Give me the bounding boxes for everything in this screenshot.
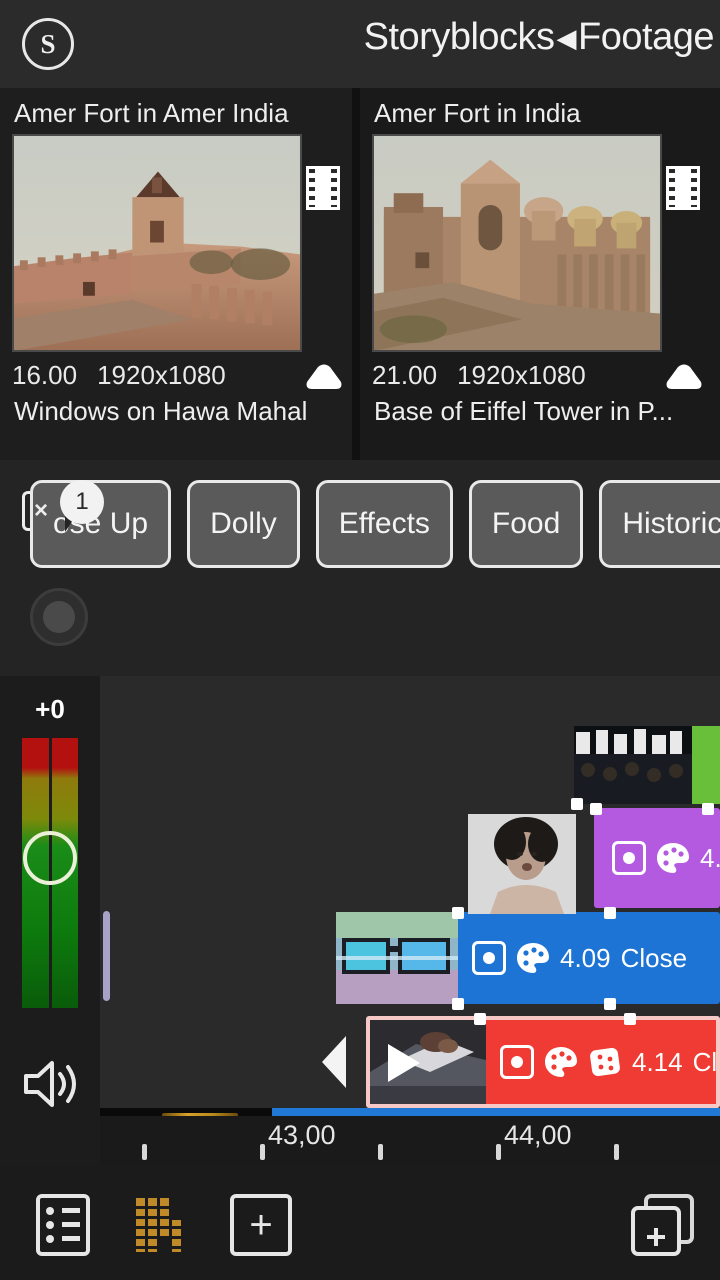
asset-resolution: 1920x1080: [457, 360, 586, 390]
clip-label-group: 4.09 Close: [472, 941, 687, 975]
back-caret-icon[interactable]: ◀: [557, 23, 577, 54]
ruler-tick: [614, 1144, 619, 1160]
audio-meter-column[interactable]: +0: [0, 676, 100, 1166]
aperture-icon: [612, 841, 646, 875]
tag-chip-food[interactable]: Food: [468, 480, 584, 568]
browser-column-divider: [352, 88, 360, 460]
clip-handle[interactable]: [474, 1013, 486, 1025]
clip-handle[interactable]: [702, 803, 714, 815]
clip-label-group: 4.14 Cl: [500, 1045, 717, 1079]
chip-label: Historical: [622, 507, 720, 540]
ruler-label: 43,00: [268, 1120, 336, 1150]
dice-icon: [588, 1046, 622, 1078]
asset-resolution: 1920x1080: [97, 360, 226, 390]
header-app-name: Storyblocks: [363, 16, 555, 58]
aperture-icon: [500, 1045, 534, 1079]
tag-clear-glyph: ×: [34, 497, 49, 524]
logo-letter: S: [40, 28, 56, 59]
record-button-icon[interactable]: [30, 588, 88, 646]
asset-thumbnail[interactable]: [372, 134, 662, 352]
clip-handle[interactable]: [590, 803, 602, 815]
chip-label: Food: [491, 507, 561, 540]
crowd-thumbnail: [574, 726, 692, 804]
asset-thumbnail[interactable]: [12, 134, 302, 352]
list-view-icon[interactable]: [36, 1194, 90, 1256]
asset-meta: 21.00 1920x1080: [372, 360, 586, 391]
ruler-tick: [142, 1144, 147, 1160]
header-section-label: Footage: [578, 16, 714, 58]
clip-handle[interactable]: [604, 998, 616, 1010]
clip-duration: 4.0: [700, 842, 720, 873]
timeline-clip-red[interactable]: 4.14 Cl: [366, 1013, 720, 1108]
clip-title: Cl: [692, 1046, 718, 1077]
timeline-clip-blue[interactable]: 4.09 Close: [336, 907, 720, 1010]
amer-fort-india-image: [374, 136, 660, 350]
tag-count-badge: 1: [60, 480, 104, 524]
tag-chip-historical[interactable]: Historical: [599, 480, 720, 568]
vertical-scroll-indicator[interactable]: [103, 911, 110, 1001]
amer-fort-amer-india-image: [14, 136, 300, 350]
asset-meta: 16.00 1920x1080: [12, 360, 226, 391]
timeline-ruler[interactable]: 43,00 44,00: [100, 1116, 720, 1166]
laptop-thumbnail: [370, 1020, 486, 1104]
clip-handle[interactable]: [452, 998, 464, 1010]
asset-title-row2-0[interactable]: Windows on Hawa Mahal: [14, 396, 349, 427]
timeline-track-area[interactable]: 4.0: [100, 676, 720, 1166]
cloud-icon[interactable]: [664, 364, 704, 390]
gain-knob-icon[interactable]: [23, 831, 77, 885]
playhead-chevron-icon[interactable]: [322, 1036, 346, 1088]
asset-browser[interactable]: Amer Fort in Amer India 16.00 1920x1080 …: [0, 88, 720, 460]
speaker-icon[interactable]: [20, 1056, 82, 1112]
duplicate-add-icon[interactable]: [630, 1194, 696, 1258]
clip-title: Close: [620, 942, 688, 973]
timeline-panel[interactable]: +0 4 4.09 Close 4.14 Cl: [0, 676, 720, 1166]
clip-handle[interactable]: [604, 907, 616, 919]
glasses-thumbnail: [336, 912, 458, 1004]
tag-filter-bar: × 1 ose Up Dolly Effects Food Historical: [0, 460, 720, 568]
ruler-tick: [496, 1144, 501, 1160]
record-row: [0, 568, 720, 676]
clip-label-group: 4.0: [612, 841, 720, 875]
ruler-label: 44,00: [504, 1120, 572, 1150]
record-button-inner: [43, 601, 75, 633]
timeline-clip-green-segment: [692, 726, 720, 804]
asset-title: Amer Fort in Amer India: [14, 98, 289, 128]
asset-duration: 21.00: [372, 360, 438, 390]
filmstrip-icon: [306, 166, 340, 210]
clip-duration: 4.09: [560, 942, 611, 973]
tag-chip-dolly[interactable]: Dolly: [187, 480, 300, 568]
clip-duration: 4.14: [632, 1046, 683, 1077]
cloud-icon[interactable]: [304, 364, 344, 390]
app-root: S Storyblocks ◀ Footage Amer Fort in Ame…: [0, 0, 720, 1280]
filmstrips-icon[interactable]: [134, 1194, 190, 1256]
palette-icon: [516, 942, 550, 974]
add-plus-glyph: +: [249, 1203, 273, 1247]
add-plus-icon[interactable]: +: [230, 1194, 292, 1256]
asset-duration: 16.00: [12, 360, 78, 390]
clip-handle[interactable]: [452, 907, 464, 919]
clip-handle[interactable]: [571, 798, 583, 810]
bottom-toolbar: +: [0, 1166, 720, 1280]
aperture-icon: [472, 941, 506, 975]
palette-icon: [544, 1046, 578, 1078]
ruler-tick: [378, 1144, 383, 1160]
clip-handle[interactable]: [624, 1013, 636, 1025]
gain-value-label: +0: [35, 694, 65, 724]
timeline-clip-purple[interactable]: 4.0: [590, 803, 720, 908]
storyblocks-logo-icon[interactable]: S: [22, 18, 74, 70]
tag-chip-list[interactable]: ose Up Dolly Effects Food Historical: [30, 480, 720, 568]
app-header: S Storyblocks ◀ Footage: [0, 0, 720, 88]
filmstrip-icon: [666, 166, 700, 210]
chip-label: Effects: [338, 507, 430, 540]
asset-title: Amer Fort in India: [374, 98, 581, 128]
ruler-tick: [260, 1144, 265, 1160]
header-title: Storyblocks ◀ Footage: [363, 16, 715, 59]
portrait-thumbnail: [468, 814, 576, 914]
timeline-clip-crowd[interactable]: [571, 726, 720, 810]
chip-label: Dolly: [210, 507, 277, 540]
asset-title-row2-1[interactable]: Base of Eiffel Tower in P...: [374, 396, 709, 427]
palette-icon: [656, 842, 690, 874]
tag-chip-effects[interactable]: Effects: [315, 480, 453, 568]
